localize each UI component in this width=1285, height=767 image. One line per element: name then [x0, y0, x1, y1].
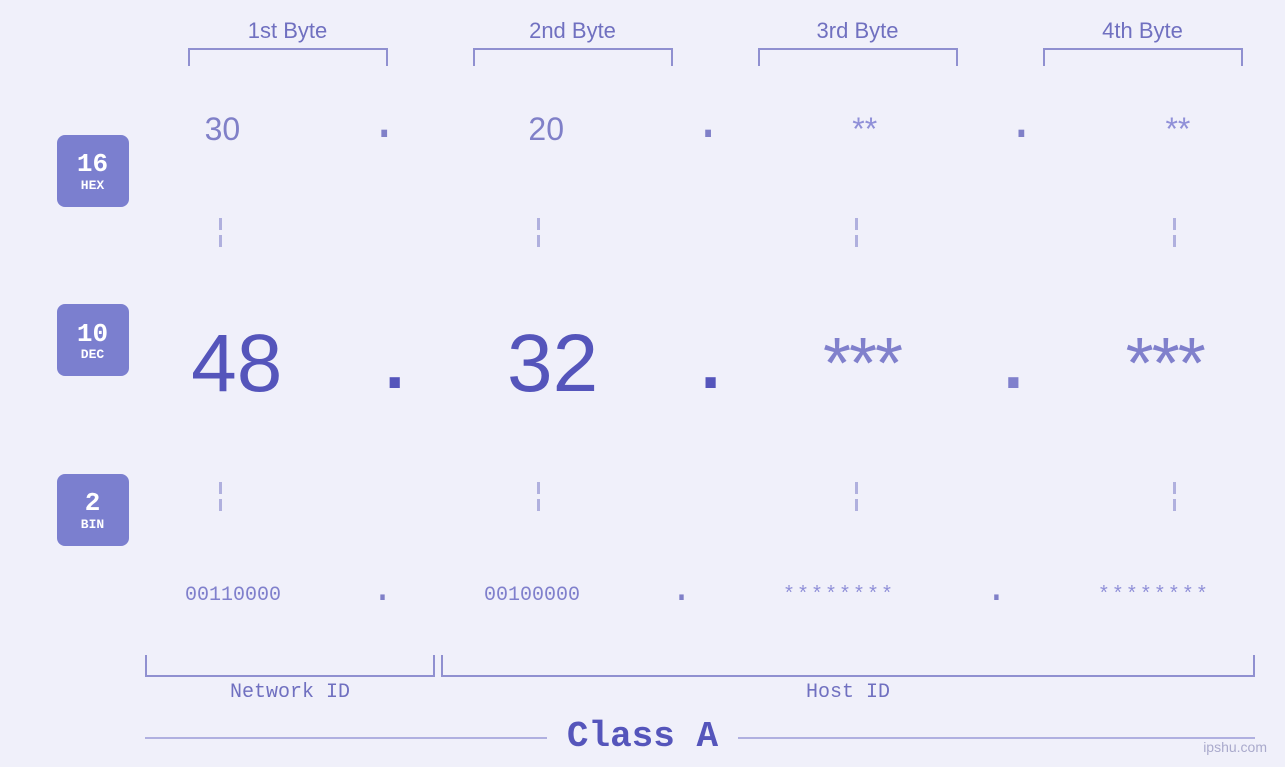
dec-b2: 32	[507, 317, 598, 411]
badges-column: 16 HEX 10 DEC 2 BIN	[0, 76, 140, 655]
bracket-host	[441, 655, 1255, 677]
sep-row-2	[140, 482, 1255, 511]
pipe2	[537, 218, 540, 247]
bin-badge: 2 BIN	[57, 474, 129, 546]
bin-b2: 00100000	[484, 584, 580, 607]
hex-badge: 16 HEX	[57, 135, 129, 207]
bracket-network	[145, 655, 435, 677]
content-area: 16 HEX 10 DEC 2 BIN 30 . 20 . ** . **	[0, 76, 1285, 655]
bottom-section: Network ID Host ID	[0, 655, 1285, 704]
byte3-header: 3rd Byte	[723, 18, 993, 44]
class-row: Class A	[0, 716, 1285, 757]
dec-b3: ***	[823, 323, 901, 405]
pipe1	[219, 218, 222, 247]
network-id-label: Network ID	[145, 681, 435, 704]
dec-dot1: .	[385, 328, 405, 400]
hex-b1: 30	[205, 111, 241, 148]
host-id-label: Host ID	[441, 681, 1255, 704]
bin-b4: ********	[1098, 584, 1210, 607]
bin-row: 00110000 . 00100000 . ******** . *******…	[140, 581, 1255, 610]
bracket-byte2	[473, 48, 673, 66]
bottom-brackets	[145, 655, 1255, 677]
hex-dot2: .	[693, 112, 723, 147]
id-labels: Network ID Host ID	[145, 681, 1255, 704]
dec-row: 48 . 32 . *** . ***	[140, 317, 1255, 411]
watermark: ipshu.com	[1203, 739, 1267, 755]
class-label: Class A	[547, 716, 738, 757]
hex-dot1: .	[369, 112, 399, 147]
dec-badge: 10 DEC	[57, 304, 129, 376]
dec-b4: ***	[1126, 323, 1204, 405]
hex-b4: **	[1165, 111, 1190, 148]
pipe8	[1173, 482, 1176, 511]
top-brackets	[0, 48, 1285, 66]
byte4-header: 4th Byte	[1008, 18, 1278, 44]
bin-b1: 00110000	[185, 584, 281, 607]
dec-dot3: .	[1003, 328, 1023, 400]
hex-dot3: .	[1006, 112, 1036, 147]
byte2-header: 2nd Byte	[438, 18, 708, 44]
hex-b3: **	[852, 111, 877, 148]
pipe5	[219, 482, 222, 511]
pipe3	[855, 218, 858, 247]
dec-b1: 48	[191, 317, 282, 411]
bin-dot1: .	[371, 581, 394, 610]
hex-b2: 20	[528, 111, 564, 148]
bin-dot3: .	[985, 581, 1008, 610]
bracket-byte4	[1043, 48, 1243, 66]
dec-dot2: .	[701, 328, 721, 400]
sep-row-1	[140, 218, 1255, 247]
pipe4	[1173, 218, 1176, 247]
bin-dot2: .	[670, 581, 693, 610]
byte1-header: 1st Byte	[153, 18, 423, 44]
pipe7	[855, 482, 858, 511]
bin-b3: ********	[783, 584, 895, 607]
bracket-byte1	[188, 48, 388, 66]
hex-row: 30 . 20 . ** . **	[140, 111, 1255, 148]
bracket-byte3	[758, 48, 958, 66]
pipe6	[537, 482, 540, 511]
main-container: 1st Byte 2nd Byte 3rd Byte 4th Byte 16 H…	[0, 0, 1285, 767]
byte-headers: 1st Byte 2nd Byte 3rd Byte 4th Byte	[0, 18, 1285, 44]
